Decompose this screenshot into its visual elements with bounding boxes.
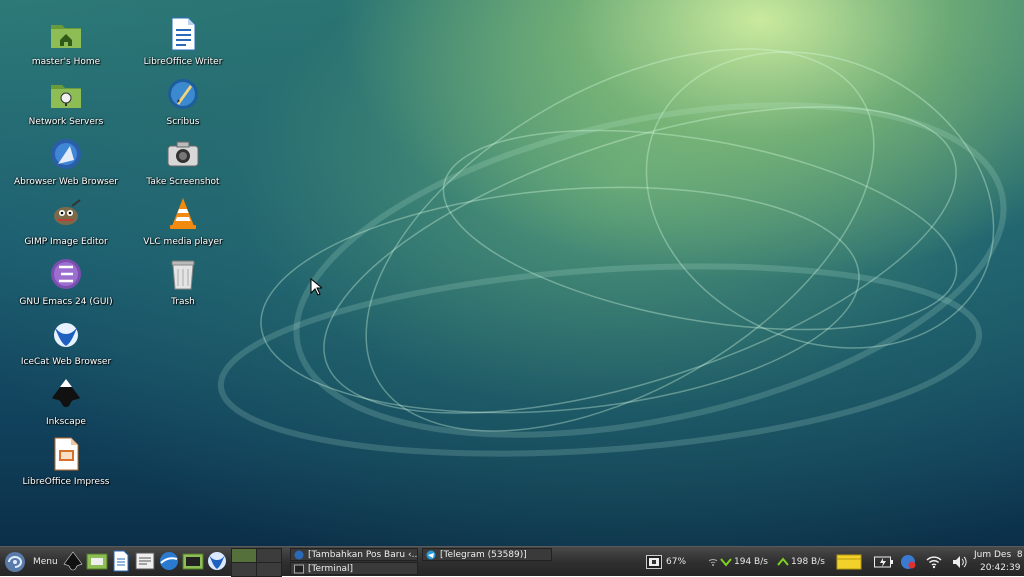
abrowser-icon [51, 139, 81, 169]
impress-icon [54, 437, 79, 471]
network-speed-upload[interactable]: 198 B/s [777, 547, 825, 577]
writer-icon [171, 17, 196, 51]
camera-icon [167, 141, 199, 167]
cpu-monitor[interactable]: 67% [646, 547, 686, 577]
desktop-icon-writer[interactable]: LibreOffice Writer [128, 16, 238, 74]
menu-logo-icon [5, 552, 25, 572]
workspace-2[interactable] [256, 548, 282, 563]
download-speed: 194 B/s [734, 557, 768, 567]
task-browser-window[interactable]: [Tambahkan Pos Baru ‹... [290, 548, 418, 561]
notes-icon[interactable] [836, 553, 862, 571]
desktop-icon-label: IceCat Web Browser [20, 357, 112, 367]
system-monitor-icon [646, 555, 662, 569]
desktop-icon-emacs[interactable]: GNU Emacs 24 (GUI) [11, 256, 121, 314]
icecat-icon [54, 323, 78, 347]
emacs-icon [51, 259, 81, 289]
desktop-icon-abrowser[interactable]: Abrowser Web Browser [11, 136, 121, 194]
desktop-icon-label: LibreOffice Impress [22, 477, 110, 487]
task-terminal-window[interactable]: [Terminal] [290, 562, 418, 575]
desktop-icon-label: Scribus [166, 117, 200, 127]
desktop-icon-label: GNU Emacs 24 (GUI) [19, 297, 113, 307]
network-speed-download[interactable]: 194 B/s [708, 547, 768, 577]
icecat-launcher-icon[interactable] [206, 550, 228, 572]
vlc-icon [170, 198, 196, 229]
desktop-icon-label: VLC media player [143, 237, 223, 247]
file-manager-launcher-icon[interactable] [86, 550, 108, 572]
upload-speed: 198 B/s [791, 557, 825, 567]
desktop-icon-trash[interactable]: Trash [128, 256, 238, 314]
scribus-icon [168, 79, 198, 109]
desktop-icon-label: Abrowser Web Browser [14, 177, 118, 187]
workspace-4[interactable] [256, 562, 282, 577]
desktop-icon-gimp[interactable]: GIMP Image Editor [11, 196, 121, 254]
desktop-icon-label: GIMP Image Editor [24, 237, 108, 247]
menu-label: Menu [33, 557, 58, 567]
wifi-icon[interactable] [926, 555, 942, 569]
clock-date: Jum Des 8 [974, 550, 1023, 560]
taskbar: Menu [Tambahkan Pos Baru ‹... [Telegram … [0, 546, 1024, 577]
terminal-icon [294, 564, 304, 573]
desktop-icon-label: Inkscape [46, 417, 86, 427]
workspace-1[interactable] [231, 548, 257, 563]
desktop-icon-label: Take Screenshot [146, 177, 220, 187]
cpu-percent: 67% [666, 557, 687, 567]
clock-time: 20:42:39 [980, 563, 1021, 573]
task-label: [Telegram (53589)] [440, 549, 527, 560]
home-folder-icon [51, 25, 81, 48]
desktop-icon-label: master's Home [31, 57, 101, 67]
mouse-cursor-icon [310, 278, 322, 296]
updates-icon[interactable] [900, 554, 916, 570]
web-browser-launcher-icon[interactable] [158, 550, 180, 572]
upload-arrow-icon [777, 557, 789, 566]
wifi-small-icon [708, 559, 718, 566]
volume-icon[interactable] [952, 555, 968, 569]
desktop-icon-vlc[interactable]: VLC media player [128, 196, 238, 254]
inkscape-launcher-icon[interactable] [62, 550, 84, 572]
desktop[interactable]: master's Home Network Servers Abrowser W… [0, 0, 1024, 546]
inkscape-icon [52, 379, 80, 407]
task-label: [Terminal] [308, 563, 354, 574]
task-label: [Tambahkan Pos Baru ‹... [308, 549, 418, 560]
desktop-icon-impress[interactable]: LibreOffice Impress [11, 436, 121, 494]
desktop-icon-label: LibreOffice Writer [143, 57, 223, 67]
menu-button[interactable]: Menu [3, 549, 59, 575]
gimp-icon [54, 199, 81, 225]
desktop-icon-home[interactable]: master's Home [11, 16, 121, 74]
terminal-launcher-icon[interactable] [182, 550, 204, 572]
browser-icon [294, 550, 304, 559]
desktop-icon-label: Network Servers [28, 117, 104, 127]
text-editor-launcher-icon[interactable] [134, 550, 156, 572]
task-telegram-window[interactable]: [Telegram (53589)] [422, 548, 552, 561]
desktop-icon-scribus[interactable]: Scribus [128, 76, 238, 134]
desktop-icon-inkscape[interactable]: Inkscape [11, 376, 121, 434]
network-folder-icon [51, 85, 81, 108]
desktop-icon-icecat[interactable]: IceCat Web Browser [11, 316, 121, 374]
telegram-icon [426, 550, 436, 559]
trash-icon [171, 260, 195, 290]
battery-icon[interactable] [874, 555, 894, 569]
desktop-icon-label: Trash [171, 297, 195, 307]
download-arrow-icon [720, 558, 732, 567]
desktop-icon-take-screenshot[interactable]: Take Screenshot [128, 136, 238, 194]
workspace-3[interactable] [231, 562, 257, 577]
writer-launcher-icon[interactable] [110, 550, 132, 572]
clock[interactable]: Jum Des 8 20:42:39 [974, 549, 1024, 575]
desktop-icon-network-servers[interactable]: Network Servers [11, 76, 121, 134]
